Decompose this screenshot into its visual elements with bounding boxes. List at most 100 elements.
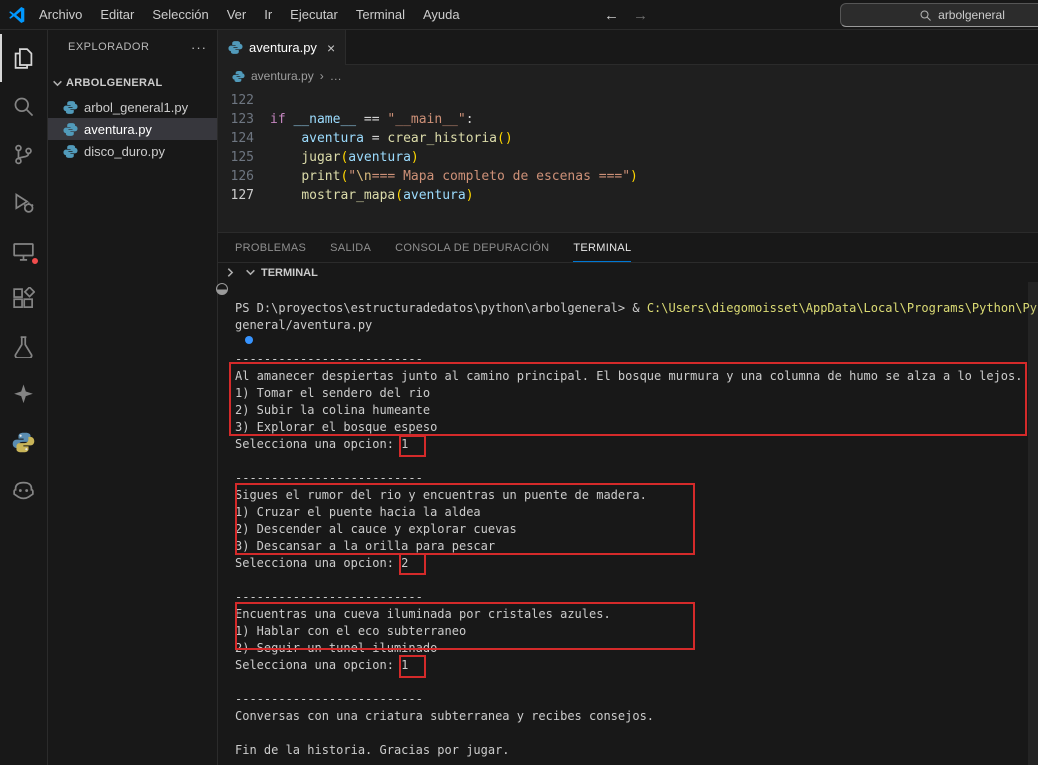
breadcrumb: aventura.py › … [218,65,1038,87]
terminal-line: 1) Tomar el sendero del rio [235,385,1038,402]
terminal-line [235,453,1038,470]
breadcrumb-separator: › [320,69,324,83]
code-line-123: 123if __name__ == "__main__": [218,110,1038,129]
code-line-122: 122 [218,91,1038,110]
nav-forward-icon[interactable]: → [633,7,648,24]
terminal-line: Encuentras una cueva iluminada por crist… [235,606,1038,623]
panel-tab-problemas[interactable]: PROBLEMAS [235,234,306,262]
code-text: aventura = crear_historia() [270,129,513,148]
panel-tab-salida[interactable]: SALIDA [330,234,371,262]
vscode-logo-icon [8,6,26,24]
chat-sparkle-icon[interactable] [0,370,48,418]
terminal-line: 2) Descender al cauce y explorar cuevas [235,521,1038,538]
python-file-icon [63,122,78,137]
terminal-line [235,334,1038,351]
extensions-icon[interactable] [0,274,48,322]
menu-archivo[interactable]: Archivo [30,0,91,30]
remote-explorer-icon[interactable] [0,226,48,274]
terminal-line [235,674,1038,691]
terminal-line: 3) Descansar a la orilla para pescar [235,538,1038,555]
file-list: arbol_general1.py aventura.py disco_duro… [48,96,217,162]
chevron-right-icon[interactable] [225,267,236,278]
terminal-line: general/aventura.py [235,317,1038,334]
search-value: arbolgeneral [938,8,1005,22]
file-item-disco_duro.py[interactable]: disco_duro.py [48,140,217,162]
search-sidebar-icon[interactable] [0,82,48,130]
nav-back-icon[interactable]: ← [604,7,619,24]
menu-editar[interactable]: Editar [91,0,143,30]
menu-terminal[interactable]: Terminal [347,0,414,30]
terminal-line: Fin de la historia. Gracias por jugar. [235,742,1038,759]
terminal-line: Selecciona una opcion: 2 [235,555,1038,572]
terminal-line: Selecciona una opcion: 1 [235,657,1038,674]
file-item-aventura.py[interactable]: aventura.py [48,118,217,140]
menubar: ArchivoEditarSelecciónVerIrEjecutarTermi… [30,0,469,30]
command-center-search[interactable]: arbolgeneral [840,3,1038,27]
code-line-124: 124 aventura = crear_historia() [218,129,1038,148]
copilot-icon[interactable] [0,466,48,514]
line-number: 124 [218,129,270,148]
terminal-command-decoration-icon [216,283,228,295]
python-file-icon [228,40,243,55]
code-line-127: 127 mostrar_mapa(aventura) [218,186,1038,205]
breadcrumb-more[interactable]: … [330,69,342,83]
activity-bar [0,30,48,765]
line-number: 125 [218,148,270,167]
menu-ayuda[interactable]: Ayuda [414,0,469,30]
file-name: arbol_general1.py [84,100,188,115]
terminal-line [235,572,1038,589]
panel-tab-consola-de-depuración[interactable]: CONSOLA DE DEPURACIÓN [395,234,549,262]
sidebar-header: EXPLORADOR ··· [48,30,217,64]
python-extension-icon[interactable] [0,418,48,466]
terminal-line: -------------------------- [235,470,1038,487]
menu-ver[interactable]: Ver [218,0,256,30]
sidebar-title: EXPLORADOR [68,41,149,53]
terminal-scrollbar[interactable] [1028,282,1038,765]
terminal-line: PS D:\proyectos\estructuradedatos\python… [235,300,1038,317]
panel-tabbar: PROBLEMAS SALIDA CONSOLA DE DEPURACIÓN TERM… [218,232,1038,262]
run-and-debug-icon[interactable] [0,178,48,226]
chevron-down-icon[interactable] [245,267,256,278]
explorer-icon[interactable] [0,34,48,82]
code-text: jugar(aventura) [270,148,419,167]
python-file-icon [232,70,245,83]
terminal-section-header[interactable]: TERMINAL [218,262,1038,282]
code-text: if __name__ == "__main__": [270,110,474,129]
file-name: aventura.py [84,122,152,137]
more-actions-icon[interactable]: ··· [191,40,207,55]
terminal-output: PS D:\proyectos\estructuradedatos\python… [235,300,1038,759]
terminal-line: 2) Subir la colina humeante [235,402,1038,419]
line-number: 122 [218,91,270,110]
python-file-icon [63,144,78,159]
vscode-window: ArchivoEditarSelecciónVerIrEjecutarTermi… [0,0,1038,765]
line-number: 123 [218,110,270,129]
breadcrumb-file[interactable]: aventura.py [251,69,314,83]
search-icon [919,9,932,22]
code-editor[interactable]: 122123if __name__ == "__main__":124 aven… [218,87,1038,232]
source-control-icon[interactable] [0,130,48,178]
terminal-line [235,725,1038,742]
python-file-icon [63,100,78,115]
code-line-125: 125 jugar(aventura) [218,148,1038,167]
terminal-line: Conversas con una criatura subterranea y… [235,708,1038,725]
menu-ir[interactable]: Ir [255,0,281,30]
terminal-line: Sigues el rumor del rio y encuentras un … [235,487,1038,504]
code-text: mostrar_mapa(aventura) [270,186,474,205]
line-number: 127 [218,186,270,205]
file-item-arbol_general1.py[interactable]: arbol_general1.py [48,96,217,118]
explorer-sidebar: EXPLORADOR ··· ARBOLGENERAL arbol_genera… [48,30,218,765]
terminal[interactable]: PS D:\proyectos\estructuradedatos\python… [218,282,1038,765]
chevron-down-icon [52,78,63,89]
menu-ejecutar[interactable]: Ejecutar [281,0,347,30]
close-icon[interactable]: × [327,40,335,56]
menu-selección[interactable]: Selección [143,0,217,30]
folder-section-arbolgeneral[interactable]: ARBOLGENERAL [48,72,217,94]
terminal-line: 2) Seguir un tunel iluminado [235,640,1038,657]
tab-aventura-py[interactable]: aventura.py × [218,30,346,65]
code-text: print("\n=== Mapa completo de escenas ==… [270,167,638,186]
editor-group: aventura.py × aventura.py › … 122123if _… [218,30,1038,765]
terminal-line: -------------------------- [235,691,1038,708]
panel-tab-terminal[interactable]: TERMINAL [573,234,631,262]
testing-icon[interactable] [0,322,48,370]
tab-label: aventura.py [249,40,317,55]
